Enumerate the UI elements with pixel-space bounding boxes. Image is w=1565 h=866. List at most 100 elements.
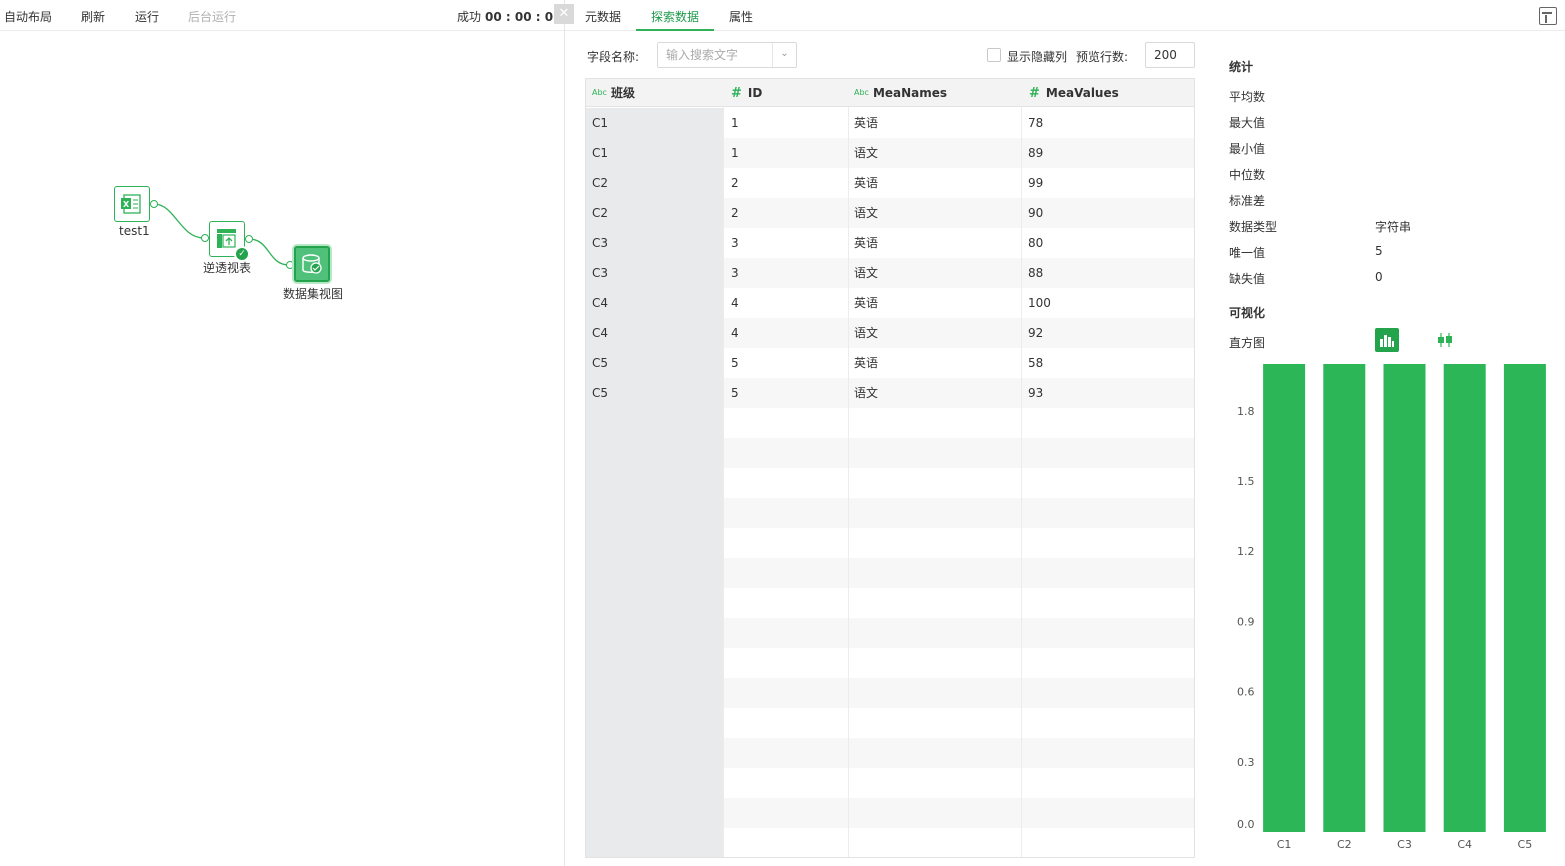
data-table: Abc 班级 # ID Abc MeaNames # MeaValues C1 1 英语 78…: [585, 78, 1195, 858]
column-divider: [848, 79, 849, 857]
table-cell: 2: [731, 176, 739, 190]
y-tick-label: 0.9: [1237, 615, 1255, 628]
number-type-icon: #: [1029, 86, 1040, 101]
preview-rows-input[interactable]: [1145, 42, 1195, 68]
table-cell: 100: [1028, 296, 1051, 310]
y-tick-label: 0.6: [1237, 686, 1255, 699]
input-port[interactable]: [201, 234, 209, 242]
column-header-class[interactable]: Abc 班级: [592, 79, 635, 107]
flow-canvas[interactable]: X test1 ✓ 逆透视表 数据集视图: [0, 32, 564, 866]
table-cell: 1: [731, 146, 739, 160]
dataset-view-icon: [302, 254, 322, 274]
column-name: MeaValues: [1045, 86, 1119, 100]
table-cell: 58: [1028, 356, 1044, 370]
node-label: 数据集视图: [283, 287, 344, 301]
field-search-input[interactable]: [658, 43, 770, 67]
table-cell: C3: [592, 266, 609, 280]
table-cell: 语文: [854, 386, 879, 400]
table-cell: 英语: [854, 356, 879, 370]
table-cell: 4: [731, 326, 739, 340]
chevron-down-icon[interactable]: ⌄: [772, 43, 796, 67]
tab-explore-data[interactable]: 探索数据: [651, 8, 699, 25]
field-name-label: 字段名称:: [587, 50, 640, 64]
y-tick-label: 0.3: [1237, 756, 1255, 769]
output-port[interactable]: [245, 235, 253, 243]
table-cell: 语文: [854, 146, 879, 160]
flow-panel: 自动布局 刷新 运行 后台运行 成功 00 : 00 : 01 ✕ X test…: [0, 0, 574, 866]
table-cell: 89: [1028, 146, 1044, 160]
table-cell: 语文: [854, 266, 879, 280]
explore-panel: 元数据 探索数据 属性 字段名称: ⌄ 显示隐藏列 预览行数: Abc班级 #I…: [565, 0, 1565, 866]
table-cell: C3: [592, 236, 609, 250]
histogram-bar[interactable]: [1443, 364, 1486, 832]
column-header-id[interactable]: # ID: [731, 79, 762, 107]
flow-node-dataset-view[interactable]: [294, 246, 330, 282]
table-cell: 92: [1028, 326, 1044, 340]
column-name: 班级: [610, 86, 635, 100]
column-name: MeaNames: [872, 86, 948, 100]
flow-toolbar: 自动布局 刷新 运行 后台运行 成功 00 : 00 : 01 ✕: [0, 0, 574, 31]
background-run-button[interactable]: 后台运行: [188, 8, 236, 25]
column-divider: [1021, 79, 1022, 857]
table-cell: C1: [592, 116, 609, 130]
y-tick-label: 1.2: [1237, 545, 1255, 558]
table-cell: 5: [731, 356, 739, 370]
x-tick-label: C4: [1457, 838, 1472, 851]
table-cell: 英语: [854, 176, 879, 190]
excel-icon: X: [121, 194, 141, 214]
auto-layout-button[interactable]: 自动布局: [4, 8, 52, 25]
table-cell: 2: [731, 206, 739, 220]
output-port[interactable]: [150, 200, 158, 208]
histogram-bar[interactable]: [1383, 364, 1426, 832]
tab-properties[interactable]: 属性: [729, 8, 753, 25]
table-cell: 99: [1028, 176, 1044, 190]
table-cell: C2: [592, 176, 609, 190]
status-label: 成功: [457, 10, 482, 24]
table-cell: C1: [592, 146, 609, 160]
histogram-bar[interactable]: [1263, 364, 1306, 832]
table-cell: 1: [731, 116, 739, 130]
table-cell: 88: [1028, 266, 1044, 280]
show-hidden-label: 显示隐藏列: [1007, 50, 1068, 64]
flow-connectors: [153, 203, 290, 266]
table-header: Abc 班级 # ID Abc MeaNames # MeaValues: [586, 79, 1194, 107]
column-divider: [723, 79, 724, 857]
table-cell: C4: [592, 326, 609, 340]
table-cell: 93: [1028, 386, 1044, 400]
connector-line: [248, 238, 290, 266]
tab-metadata[interactable]: 元数据: [585, 8, 621, 25]
node-label: 逆透视表: [203, 261, 252, 275]
histogram-bar[interactable]: [1323, 364, 1366, 832]
x-tick-label: C5: [1518, 838, 1533, 851]
field-search-box: ⌄: [657, 42, 797, 68]
histogram-chart: 0.0 0.3 0.6 0.9 1.2 1.5 1.8 C1 C2 C3 C4 C5: [1237, 364, 1546, 851]
flow-node-test1[interactable]: X: [114, 186, 150, 222]
input-port[interactable]: [286, 261, 294, 269]
table-cell: C2: [592, 206, 609, 220]
status-time: 00 : 00 : 01: [485, 10, 562, 24]
string-type-icon: Abc: [592, 88, 607, 97]
run-button[interactable]: 运行: [135, 8, 159, 25]
table-cell: 3: [731, 266, 739, 280]
svg-text:X: X: [123, 200, 130, 209]
table-cell: 4: [731, 296, 739, 310]
active-tab-indicator: [636, 29, 714, 31]
table-cell: 语文: [854, 206, 879, 220]
table-cell: C5: [592, 386, 609, 400]
table-cell: 80: [1028, 236, 1044, 250]
table-cell: C5: [592, 356, 609, 370]
connector-line: [153, 203, 205, 239]
table-cell: C4: [592, 296, 609, 310]
table-cell: 3: [731, 236, 739, 250]
number-type-icon: #: [731, 86, 742, 101]
column-header-meanames[interactable]: Abc MeaNames: [854, 79, 947, 107]
column-header-meavalues[interactable]: # MeaValues: [1029, 79, 1119, 107]
show-hidden-checkbox[interactable]: [987, 48, 1001, 62]
x-tick-label: C1: [1277, 838, 1292, 851]
y-tick-label: 1.8: [1237, 405, 1255, 418]
table-cell: 78: [1028, 116, 1044, 130]
node-label: test1: [119, 224, 150, 238]
refresh-button[interactable]: 刷新: [81, 8, 105, 25]
histogram-bar[interactable]: [1503, 364, 1546, 832]
preview-rows-label: 预览行数:: [1076, 50, 1129, 64]
